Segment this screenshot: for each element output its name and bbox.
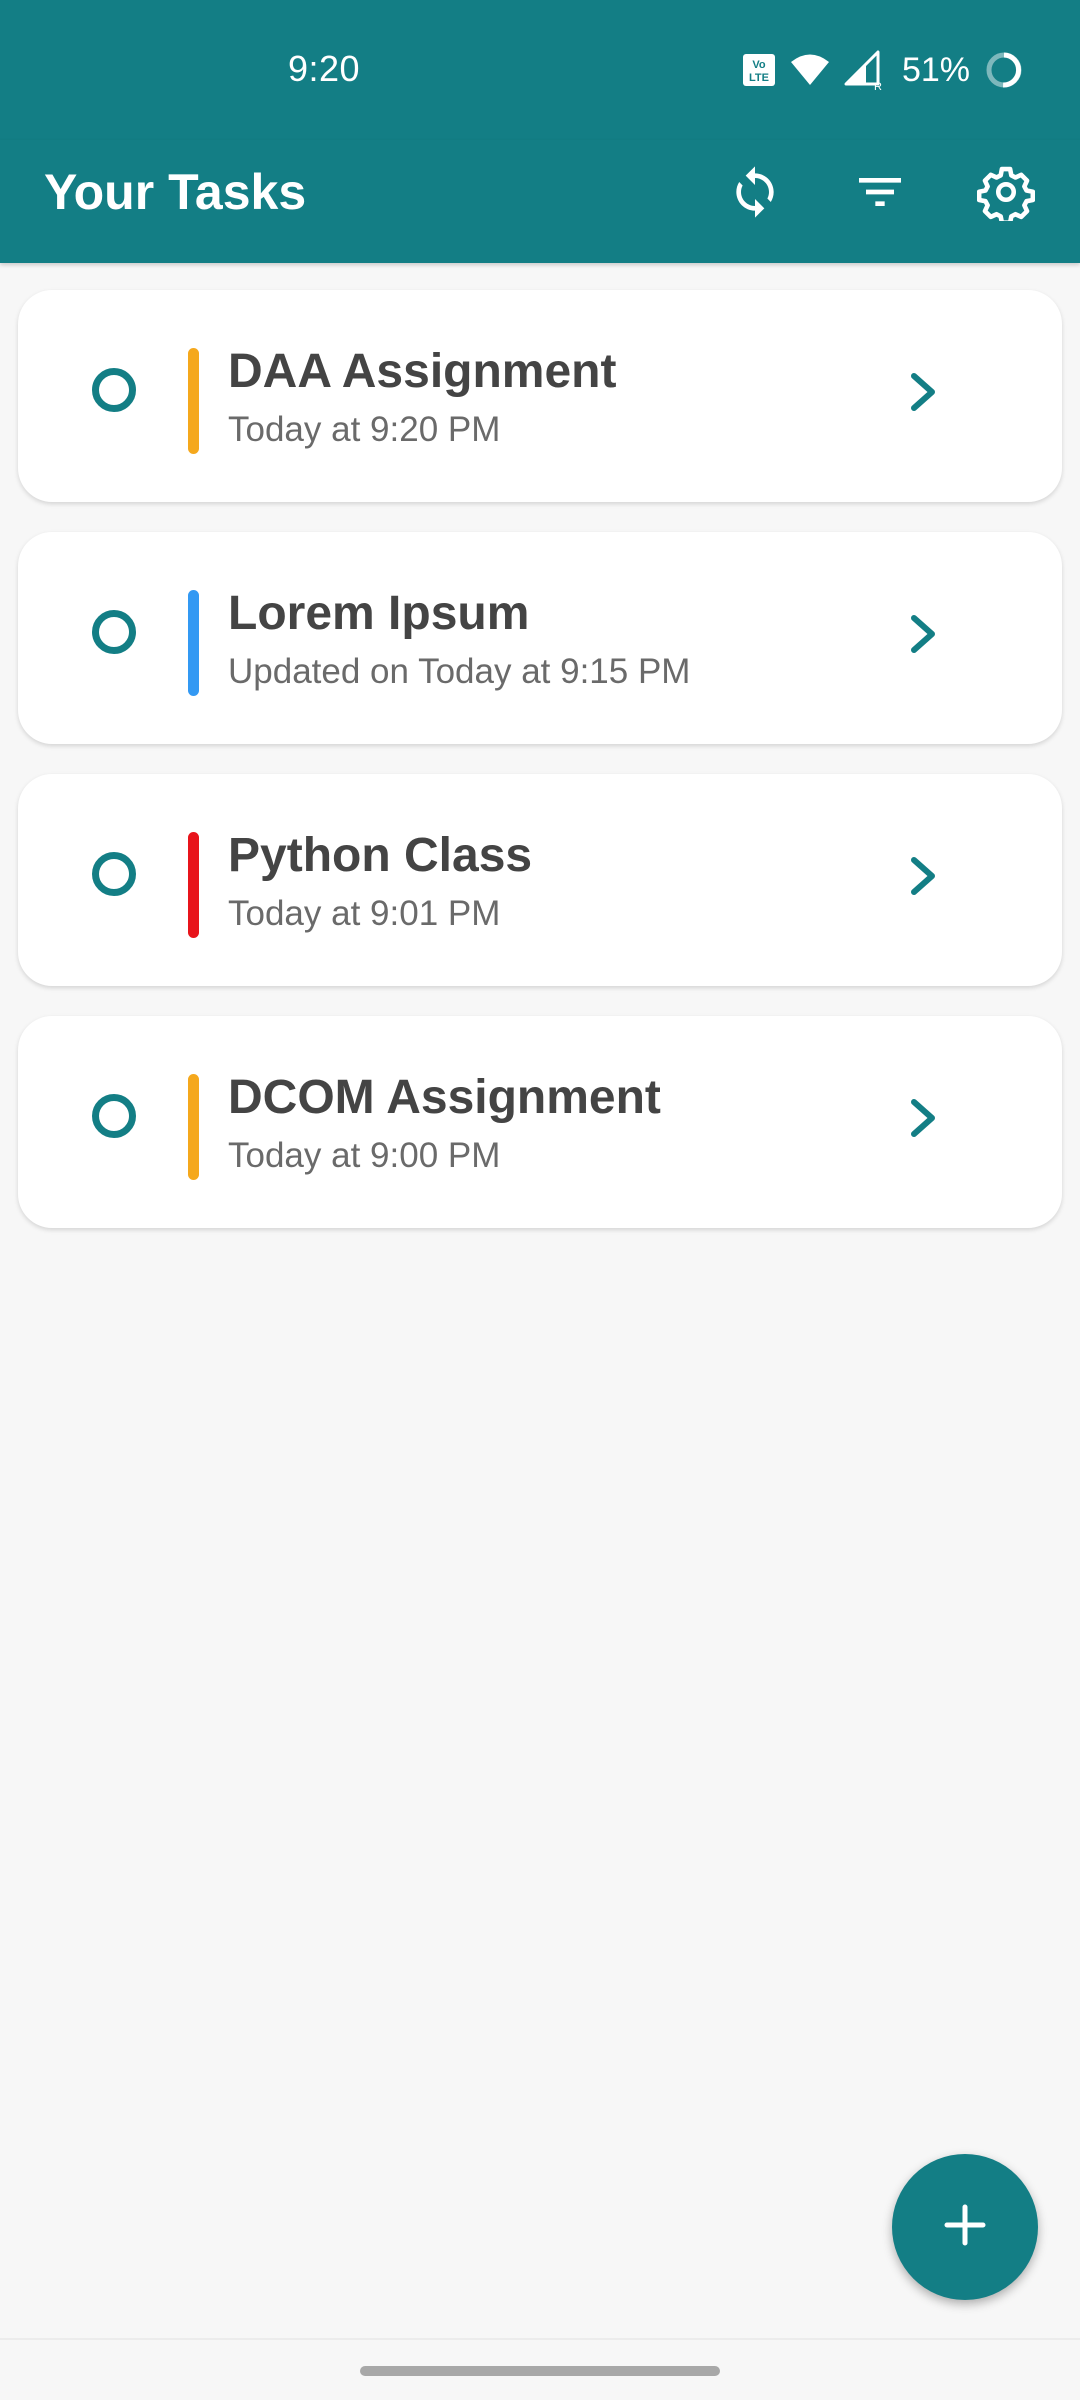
task-title: Lorem Ipsum [228,587,530,640]
priority-bar [188,348,199,454]
priority-bar [188,590,199,696]
task-list: DAA Assignment Today at 9:20 PM Lorem Ip… [18,290,1062,1258]
task-title: Python Class [228,829,533,882]
task-complete-checkbox[interactable] [92,610,136,654]
svg-text:Vo: Vo [752,59,766,71]
task-timestamp: Today at 9:01 PM [228,894,501,933]
svg-text:R: R [874,81,882,90]
status-icons: Vo LTE R 51% [742,46,1024,94]
task-complete-checkbox[interactable] [92,368,136,412]
plus-icon [943,2203,987,2252]
wifi-icon [790,53,830,87]
priority-bar [188,832,199,938]
chevron-right-icon[interactable] [904,364,944,420]
add-task-button[interactable] [892,2154,1038,2300]
settings-gear-icon[interactable] [976,162,1036,222]
status-time: 9:20 [288,48,361,89]
task-complete-checkbox[interactable] [92,1094,136,1138]
status-bar: 9:20 Vo LTE R 51% [0,0,1080,140]
task-title: DCOM Assignment [228,1071,661,1124]
task-card[interactable]: Python Class Today at 9:01 PM [18,774,1062,986]
home-gesture-bar[interactable] [360,2366,720,2376]
task-card[interactable]: DCOM Assignment Today at 9:00 PM [18,1016,1062,1228]
task-card[interactable]: DAA Assignment Today at 9:20 PM [18,290,1062,502]
sync-icon[interactable] [725,162,785,222]
chevron-right-icon[interactable] [904,606,944,662]
page-title: Your Tasks [44,164,307,220]
battery-percentage: 51% [901,50,970,89]
task-timestamp: Today at 9:20 PM [228,410,501,449]
battery-ring-icon [984,50,1024,90]
filter-icon[interactable] [850,162,910,222]
priority-bar [188,1074,199,1180]
task-complete-checkbox[interactable] [92,852,136,896]
task-timestamp: Today at 9:00 PM [228,1136,501,1175]
task-card[interactable]: Lorem Ipsum Updated on Today at 9:15 PM [18,532,1062,744]
chevron-right-icon[interactable] [904,848,944,904]
volte-lte-icon: Vo LTE [742,53,776,87]
svg-text:LTE: LTE [749,72,769,84]
cell-signal-icon: R [844,50,884,90]
nav-divider [0,2338,1080,2340]
task-title: DAA Assignment [228,345,617,398]
task-timestamp: Updated on Today at 9:15 PM [228,652,691,691]
chevron-right-icon[interactable] [904,1090,944,1146]
